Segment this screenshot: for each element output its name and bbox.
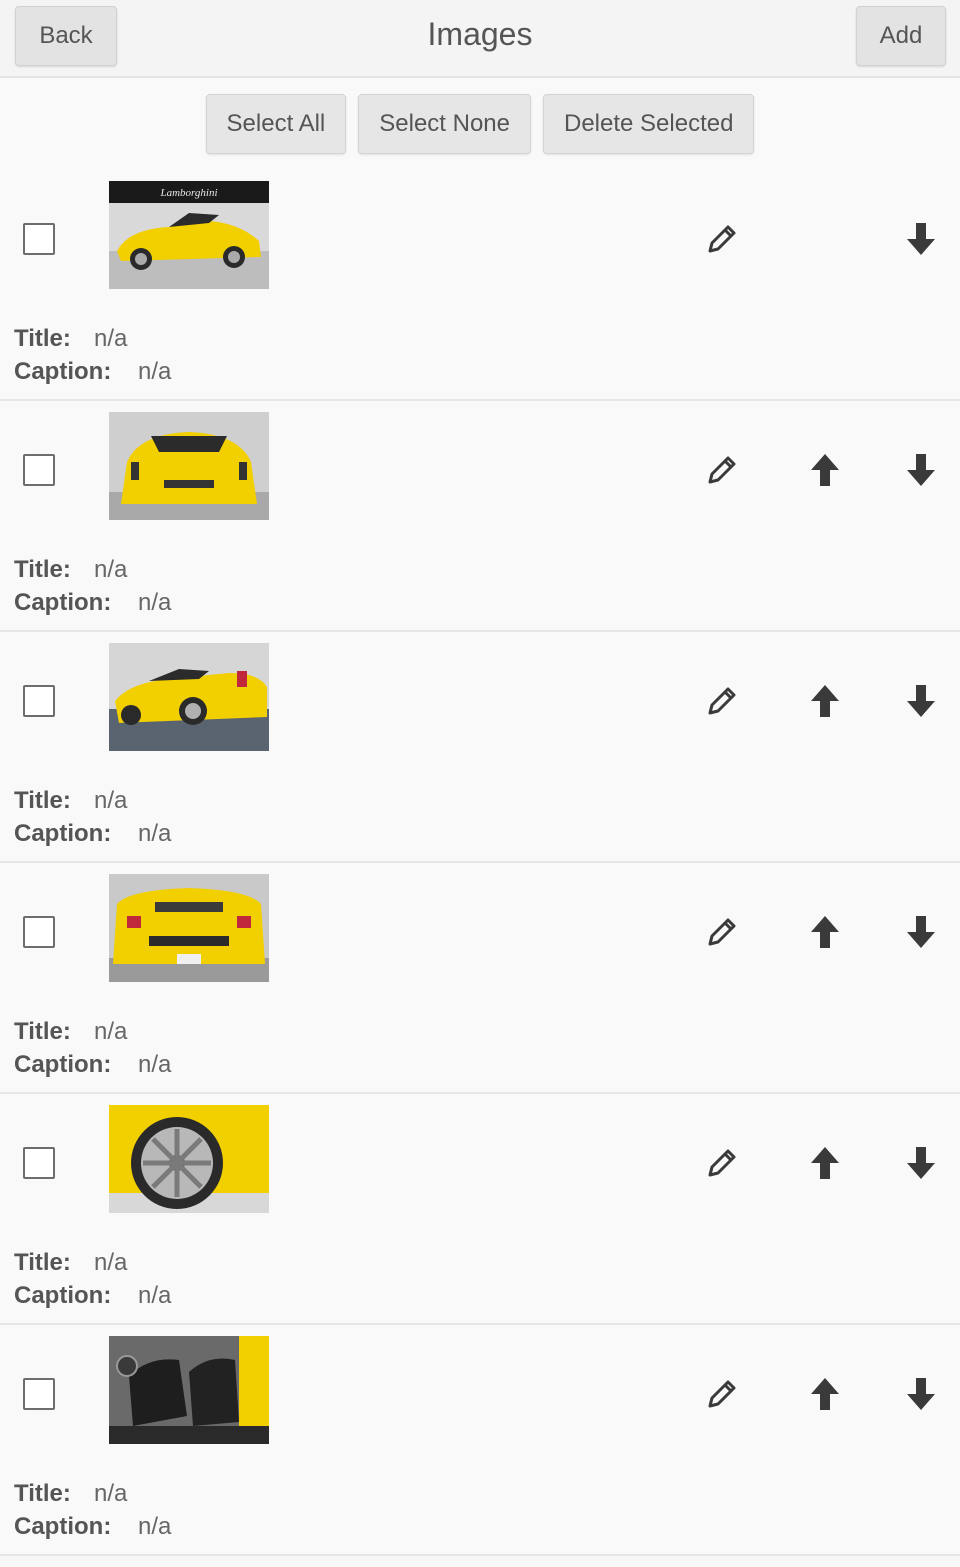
caption-value: n/a (138, 589, 172, 616)
caption-label: Caption: (14, 1282, 112, 1309)
pencil-icon[interactable] (702, 1374, 742, 1414)
title-label: Title: (14, 1249, 71, 1276)
title-value: n/a (94, 556, 128, 583)
image-row: Title: n/a Caption: n/a (0, 1094, 960, 1325)
arrow-up-icon[interactable] (805, 681, 845, 721)
title-label: Title: (14, 556, 71, 583)
image-thumbnail[interactable] (109, 412, 269, 520)
caption-value: n/a (138, 358, 172, 385)
image-row: Title: n/a Caption: n/a (0, 401, 960, 632)
caption-value: n/a (138, 1051, 172, 1078)
pencil-icon[interactable] (702, 681, 742, 721)
title-value: n/a (94, 325, 128, 352)
caption-label: Caption: (14, 1051, 112, 1078)
image-meta: Title: n/a Caption: n/a (14, 1477, 171, 1543)
add-button[interactable]: Add (856, 6, 946, 66)
select-all-button[interactable]: Select All (205, 94, 347, 154)
top-bar: Back Images Add (0, 0, 960, 78)
delete-selected-button[interactable]: Delete Selected (543, 94, 755, 154)
title-label: Title: (14, 1018, 71, 1045)
title-label: Title: (14, 325, 71, 352)
pencil-icon[interactable] (702, 912, 742, 952)
image-row: Title: n/a Caption: n/a (0, 863, 960, 1094)
caption-label: Caption: (14, 820, 112, 847)
select-checkbox[interactable] (23, 223, 55, 255)
arrow-up-icon[interactable] (805, 912, 845, 952)
arrow-down-icon[interactable] (901, 912, 941, 952)
image-meta: Title: n/a Caption: n/a (14, 1015, 171, 1081)
caption-label: Caption: (14, 589, 112, 616)
image-thumbnail[interactable] (109, 643, 269, 751)
caption-value: n/a (138, 820, 172, 847)
selection-toolbar: Select All Select None Delete Selected (0, 78, 960, 170)
title-label: Title: (14, 787, 71, 814)
title-value: n/a (94, 1018, 128, 1045)
select-none-button[interactable]: Select None (358, 94, 531, 154)
pencil-icon[interactable] (702, 450, 742, 490)
image-meta: Title: n/a Caption: n/a (14, 784, 171, 850)
image-row: Title: n/a Caption: n/a (0, 632, 960, 863)
arrow-down-icon[interactable] (901, 1374, 941, 1414)
pencil-icon[interactable] (702, 219, 742, 259)
title-value: n/a (94, 787, 128, 814)
image-meta: Title: n/a Caption: n/a (14, 553, 171, 619)
arrow-down-icon[interactable] (901, 219, 941, 259)
arrow-down-icon[interactable] (901, 681, 941, 721)
caption-value: n/a (138, 1513, 172, 1540)
select-checkbox[interactable] (23, 916, 55, 948)
arrow-up-icon[interactable] (805, 450, 845, 490)
image-meta: Title: n/a Caption: n/a (14, 1246, 171, 1312)
image-thumbnail[interactable] (109, 1105, 269, 1213)
arrow-down-icon[interactable] (901, 450, 941, 490)
pencil-icon[interactable] (702, 1143, 742, 1183)
caption-label: Caption: (14, 1513, 112, 1540)
select-checkbox[interactable] (23, 454, 55, 486)
page-title: Images (427, 16, 533, 52)
image-row: Lamborghini Title: n/a Caption: n/a (0, 170, 960, 401)
arrow-up-icon[interactable] (805, 1374, 845, 1414)
arrow-up-icon[interactable] (805, 1143, 845, 1183)
image-thumbnail[interactable] (109, 1336, 269, 1444)
image-thumbnail[interactable]: Lamborghini (109, 181, 269, 289)
arrow-down-icon[interactable] (901, 1143, 941, 1183)
image-row: Title: n/a Caption: n/a (0, 1325, 960, 1556)
caption-label: Caption: (14, 358, 112, 385)
image-thumbnail[interactable] (109, 874, 269, 982)
title-value: n/a (94, 1249, 128, 1276)
title-value: n/a (94, 1480, 128, 1507)
title-label: Title: (14, 1480, 71, 1507)
caption-value: n/a (138, 1282, 172, 1309)
banner-logo-text: Lamborghini (159, 187, 217, 199)
image-meta: Title: n/a Caption: n/a (14, 322, 171, 388)
select-checkbox[interactable] (23, 1378, 55, 1410)
select-checkbox[interactable] (23, 1147, 55, 1179)
select-checkbox[interactable] (23, 685, 55, 717)
